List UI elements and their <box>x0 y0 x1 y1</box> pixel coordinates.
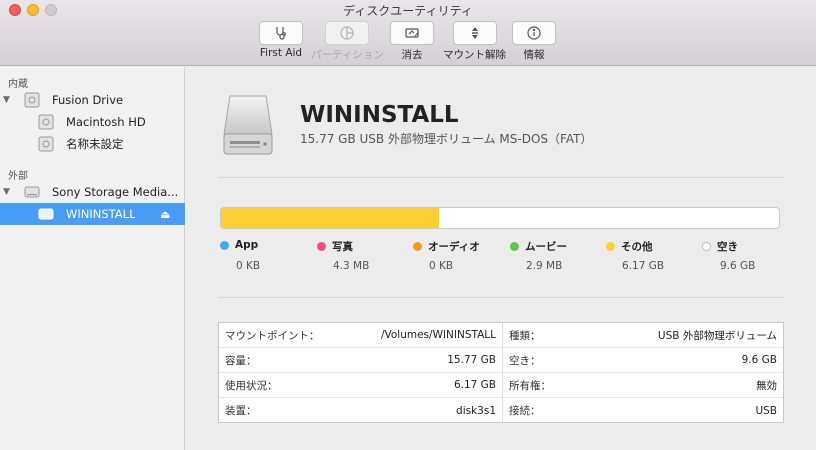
photos-swatch <box>317 242 326 251</box>
divider <box>218 297 784 298</box>
first-aid-button[interactable]: First Aid <box>259 21 303 59</box>
legend-audio: オーディオ 0 KB <box>413 239 480 272</box>
info-row: 所有権： 無効 <box>503 373 783 398</box>
eject-icon[interactable]: ⏏ <box>160 208 170 221</box>
volume-name: WININSTALL <box>300 102 459 128</box>
info-row: 容量： 15.77 GB <box>219 348 502 373</box>
sidebar-item-sony-storage[interactable]: ▼ Sony Storage Media... <box>0 181 185 203</box>
info-row: 空き： 9.6 GB <box>503 348 783 373</box>
legend-value: 0 KB <box>429 260 454 272</box>
pie-partition-icon <box>340 26 355 40</box>
info-value: 15.77 GB <box>447 354 496 366</box>
legend-value: 6.17 GB <box>622 260 665 272</box>
info-key: 接続： <box>509 405 541 417</box>
info-value: 無効 <box>756 379 777 392</box>
usage-bar-fill <box>221 208 439 228</box>
volume-icon <box>38 114 54 130</box>
info-row: 装置： disk3s1 <box>219 398 502 423</box>
disclosure-triangle-icon[interactable]: ▼ <box>3 187 10 197</box>
legend-label: オーディオ <box>428 241 480 253</box>
info-value: USB 外部物理ボリューム <box>657 329 777 342</box>
info-button[interactable]: 情報 <box>512 21 556 62</box>
partition-button[interactable]: パーティション <box>311 21 384 62</box>
legend-label: その他 <box>621 241 653 253</box>
stethoscope-icon <box>276 27 286 40</box>
erase-button[interactable]: 消去 <box>390 21 434 62</box>
section-external: 外部 <box>8 171 28 182</box>
audio-swatch <box>413 242 422 251</box>
info-row: 使用状況： 6.17 GB <box>219 373 502 398</box>
info-table: マウントポイント： /Volumes/WININSTALL 容量： 15.77 … <box>218 322 784 423</box>
legend-photos: 写真 4.3 MB <box>317 239 369 272</box>
sidebar-item-label: Sony Storage Media... <box>52 185 177 199</box>
sidebar-item-label: Macintosh HD <box>66 115 146 129</box>
external-volume-icon <box>38 208 54 220</box>
first-aid-label: First Aid <box>259 47 303 59</box>
legend-value: 4.3 MB <box>333 260 370 272</box>
volume-description: 15.77 GB USB 外部物理ボリューム MS-DOS（FAT） <box>300 132 593 146</box>
info-key: 空き： <box>509 354 541 367</box>
info-value: 6.17 GB <box>453 379 496 391</box>
legend-label: ムービー <box>525 241 567 253</box>
external-drive-icon <box>223 95 273 155</box>
volume-icon <box>38 136 54 152</box>
partition-label: パーティション <box>311 49 384 61</box>
unmount-button[interactable]: マウント解除 <box>443 21 506 62</box>
info-row: 種類： USB 外部物理ボリューム <box>503 323 783 348</box>
other-swatch <box>606 242 615 251</box>
info-key: マウントポイント： <box>225 329 320 342</box>
info-value: /Volumes/WININSTALL <box>380 329 496 341</box>
unmount-label: マウント解除 <box>443 49 506 61</box>
legend-free: 空き 9.6 GB <box>702 239 755 272</box>
sidebar-item-label: Fusion Drive <box>52 93 124 107</box>
legend-label: 写真 <box>332 241 353 253</box>
legend-label: 空き <box>717 241 738 253</box>
info-key: 種類： <box>509 329 541 342</box>
legend-label: App <box>235 239 259 251</box>
disclosure-triangle-icon[interactable]: ▼ <box>3 95 10 105</box>
legend-value: 2.9 MB <box>526 260 563 272</box>
sidebar-item-macintosh-hd[interactable]: Macintosh HD <box>0 111 185 133</box>
main-panel: WININSTALL 15.77 GB USB 外部物理ボリューム MS-DOS… <box>186 67 816 450</box>
info-row: マウントポイント： /Volumes/WININSTALL <box>219 323 502 348</box>
erase-label: 消去 <box>401 49 423 61</box>
info-value: 9.6 GB <box>741 354 777 366</box>
usage-bar <box>220 207 780 229</box>
movies-swatch <box>510 242 519 251</box>
sidebar-item-wininstall[interactable]: WININSTALL ⏏ <box>0 203 185 225</box>
legend-other: その他 6.17 GB <box>606 239 664 272</box>
legend-movies: ムービー 2.9 MB <box>510 239 567 272</box>
sidebar: 内蔵 ▼ Fusion Drive Macintosh HD 名称未設定 外部 … <box>0 67 185 450</box>
legend-app: App 0 KB <box>220 239 260 272</box>
sidebar-item-untitled[interactable]: 名称未設定 <box>0 133 185 155</box>
section-internal: 内蔵 <box>8 79 28 90</box>
external-disk-icon <box>24 186 40 198</box>
unmount-icon <box>471 27 478 39</box>
sidebar-item-label: WININSTALL <box>66 207 136 221</box>
info-row: 接続： USB <box>503 398 783 423</box>
info-value: disk3s1 <box>456 404 496 417</box>
internal-disk-icon <box>24 92 40 108</box>
app-swatch <box>220 240 229 250</box>
erase-icon <box>405 28 419 38</box>
free-swatch <box>702 242 711 251</box>
sidebar-item-fusion-drive[interactable]: ▼ Fusion Drive <box>0 89 185 111</box>
info-icon <box>527 26 541 40</box>
info-value: USB <box>755 404 777 417</box>
info-key: 所有権： <box>509 379 551 392</box>
info-key: 装置： <box>225 405 257 417</box>
sidebar-item-label: 名称未設定 <box>66 137 124 151</box>
info-label: 情報 <box>523 49 545 61</box>
title-bar: ディスクユーティリティ First Aid パーティション 消去 マウント解除 … <box>0 0 816 66</box>
window-title: ディスクユーティリティ <box>343 4 473 18</box>
legend-value: 0 KB <box>236 260 261 272</box>
info-key: 使用状況： <box>225 379 278 392</box>
info-key: 容量： <box>225 354 257 367</box>
legend-value: 9.6 GB <box>720 260 756 272</box>
divider <box>218 177 784 178</box>
